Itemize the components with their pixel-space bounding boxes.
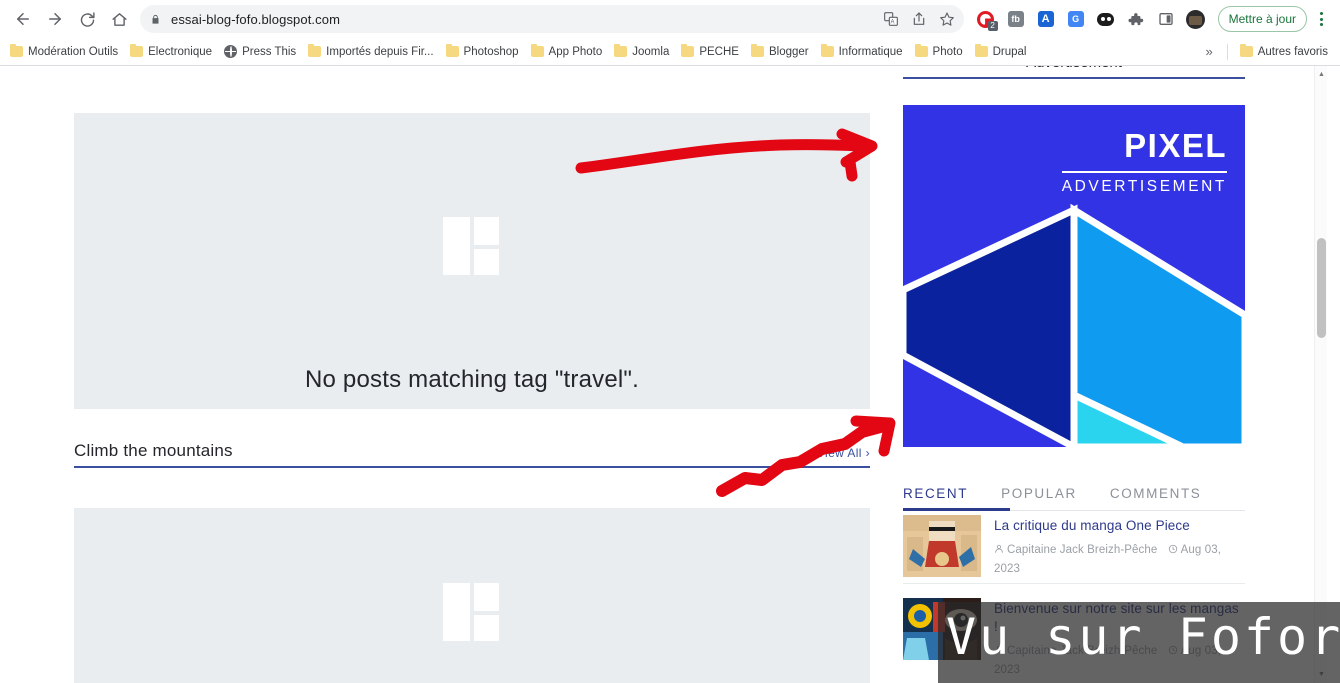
image-placeholder-icon (443, 217, 501, 276)
bookmark-autres-favoris[interactable]: Autres favoris (1234, 44, 1334, 60)
bookmark-label: Importés depuis Fir... (326, 45, 434, 58)
folder-icon (530, 44, 544, 57)
page-viewport: View All › No posts matching tag "travel… (0, 66, 1340, 683)
post-title[interactable]: La critique du manga One Piece (994, 517, 1245, 535)
folder-icon (914, 44, 928, 57)
page-scrollbar[interactable]: ▲ ▼ (1314, 66, 1327, 683)
bookmark-electronique[interactable]: Electronique (124, 44, 218, 60)
foforum-watermark: Vu sur Foforum (938, 602, 1340, 683)
bookmark-label: Photoshop (463, 45, 519, 58)
folder-icon (445, 44, 459, 57)
chevron-double-right-icon[interactable]: » (1197, 44, 1220, 59)
scroll-up-arrow[interactable]: ▲ (1315, 68, 1328, 81)
reload-icon[interactable] (72, 4, 102, 34)
bookmark-label: App Photo (548, 45, 603, 58)
puzzle-extensions-icon[interactable] (1123, 6, 1149, 32)
bookmark-press-this[interactable]: Press This (218, 43, 302, 60)
bookmark-moderation-outils[interactable]: Modération Outils (4, 44, 124, 60)
bookmark-photoshop[interactable]: Photoshop (440, 44, 525, 60)
list-item[interactable]: La critique du manga One Piece Capitaine… (903, 501, 1245, 579)
bookmark-peche[interactable]: PECHE (675, 44, 745, 60)
share-icon[interactable] (906, 6, 932, 32)
forward-arrow-icon[interactable] (40, 4, 70, 34)
fb-extension-icon[interactable]: fb (1003, 6, 1029, 32)
bookmark-informatique[interactable]: Informatique (815, 44, 909, 60)
empty-state-placeholder: No posts matching tag "travel". (74, 113, 870, 409)
bookmark-label: Press This (242, 45, 297, 58)
extension-badge-count: 2 (987, 21, 998, 31)
svg-text:A: A (890, 20, 894, 26)
bookmark-label: Autres favoris (1257, 45, 1328, 58)
bookmark-importes-depuis-firefox[interactable]: Importés depuis Fir... (302, 44, 439, 60)
bookmark-label: Joomla (632, 45, 670, 58)
bookmark-label: PECHE (699, 45, 739, 58)
google-translate-extension-icon[interactable]: G (1063, 6, 1089, 32)
three-dot-menu-icon[interactable] (1310, 5, 1332, 33)
mountains-post-placeholder (74, 508, 870, 683)
folder-icon (10, 44, 23, 57)
acrobat-extension-label: A (1037, 11, 1054, 27)
translate-icon[interactable]: A (878, 6, 904, 32)
folder-icon (820, 44, 834, 57)
image-placeholder-icon (443, 583, 501, 641)
folder-icon (750, 44, 764, 57)
bookmark-joomla[interactable]: Joomla (608, 44, 675, 60)
star-icon[interactable] (934, 6, 960, 32)
side-panel-icon[interactable] (1153, 6, 1179, 32)
browser-chrome: essai-blog-fofo.blogspot.com A 2 fb A G … (0, 0, 1340, 66)
post-meta: Capitaine Jack Breizh-Pêche Aug 03, 2023 (994, 542, 1245, 579)
view-all-link-mountains[interactable]: View All › (817, 446, 870, 460)
bookmarks-overflow: » Autres favoris (1197, 43, 1336, 60)
divider (1226, 43, 1228, 60)
post-thumbnail (903, 515, 981, 577)
fb-extension-label: fb (1007, 11, 1024, 27)
bookmark-label: Modération Outils (28, 45, 119, 58)
adblock-extension-icon[interactable]: 2 (973, 6, 999, 32)
dark-reader-extension-icon[interactable] (1093, 6, 1119, 32)
advertisement-heading: Advertisement (903, 66, 1245, 79)
advertisement-banner[interactable]: PIXEL ADVERTISEMENT (903, 105, 1245, 447)
bookmarks-bar: Modération Outils Electronique Press Thi… (0, 38, 1340, 65)
ad-title: PIXEL (1124, 127, 1227, 164)
folder-icon (308, 44, 322, 57)
bookmark-drupal[interactable]: Drupal (969, 44, 1033, 60)
watermark-text: Vu sur Foforum (946, 608, 1340, 666)
url-text: essai-blog-fofo.blogspot.com (171, 11, 341, 27)
bookmark-label: Drupal (992, 45, 1027, 58)
no-posts-message: No posts matching tag "travel". (304, 366, 640, 393)
folder-icon (1239, 44, 1253, 57)
omnibox-actions: A (878, 5, 960, 33)
ad-divider (1062, 171, 1227, 173)
update-button[interactable]: Mettre à jour (1217, 6, 1307, 32)
google-translate-extension-label: G (1067, 11, 1084, 27)
bookmark-blogger[interactable]: Blogger (745, 44, 815, 60)
acrobat-extension-icon[interactable]: A (1033, 6, 1059, 32)
page-title: Climb the mountains (74, 441, 233, 460)
post-body: La critique du manga One Piece Capitaine… (994, 515, 1245, 579)
folder-icon (974, 44, 988, 57)
bookmark-app-photo[interactable]: App Photo (525, 44, 609, 60)
bookmark-label: Photo (932, 45, 963, 58)
back-arrow-icon[interactable] (8, 4, 38, 34)
clock-icon (1168, 543, 1178, 561)
post-author: Capitaine Jack Breizh-Pêche (1007, 544, 1158, 557)
folder-icon (681, 44, 695, 57)
address-bar[interactable]: essai-blog-fofo.blogspot.com A (140, 5, 964, 33)
user-icon (994, 543, 1004, 561)
scrollbar-thumb[interactable] (1317, 238, 1326, 338)
folder-icon (614, 44, 628, 57)
blog-page: View All › No posts matching tag "travel… (0, 66, 1327, 683)
profile-avatar-icon[interactable] (1183, 6, 1209, 32)
lock-icon (150, 13, 161, 26)
bookmark-label: Blogger (768, 45, 809, 58)
ad-subtitle: ADVERTISEMENT (1061, 178, 1227, 195)
folder-icon (130, 44, 144, 57)
browser-toolbar: essai-blog-fofo.blogspot.com A 2 fb A G … (0, 0, 1340, 38)
bookmark-photo[interactable]: Photo (909, 44, 969, 60)
mountains-section-header: Climb the mountains View All › (74, 441, 870, 468)
globe-icon (224, 45, 238, 58)
bookmark-label: Electronique (148, 45, 213, 58)
bookmark-label: Informatique (838, 45, 903, 58)
home-icon[interactable] (104, 4, 134, 34)
